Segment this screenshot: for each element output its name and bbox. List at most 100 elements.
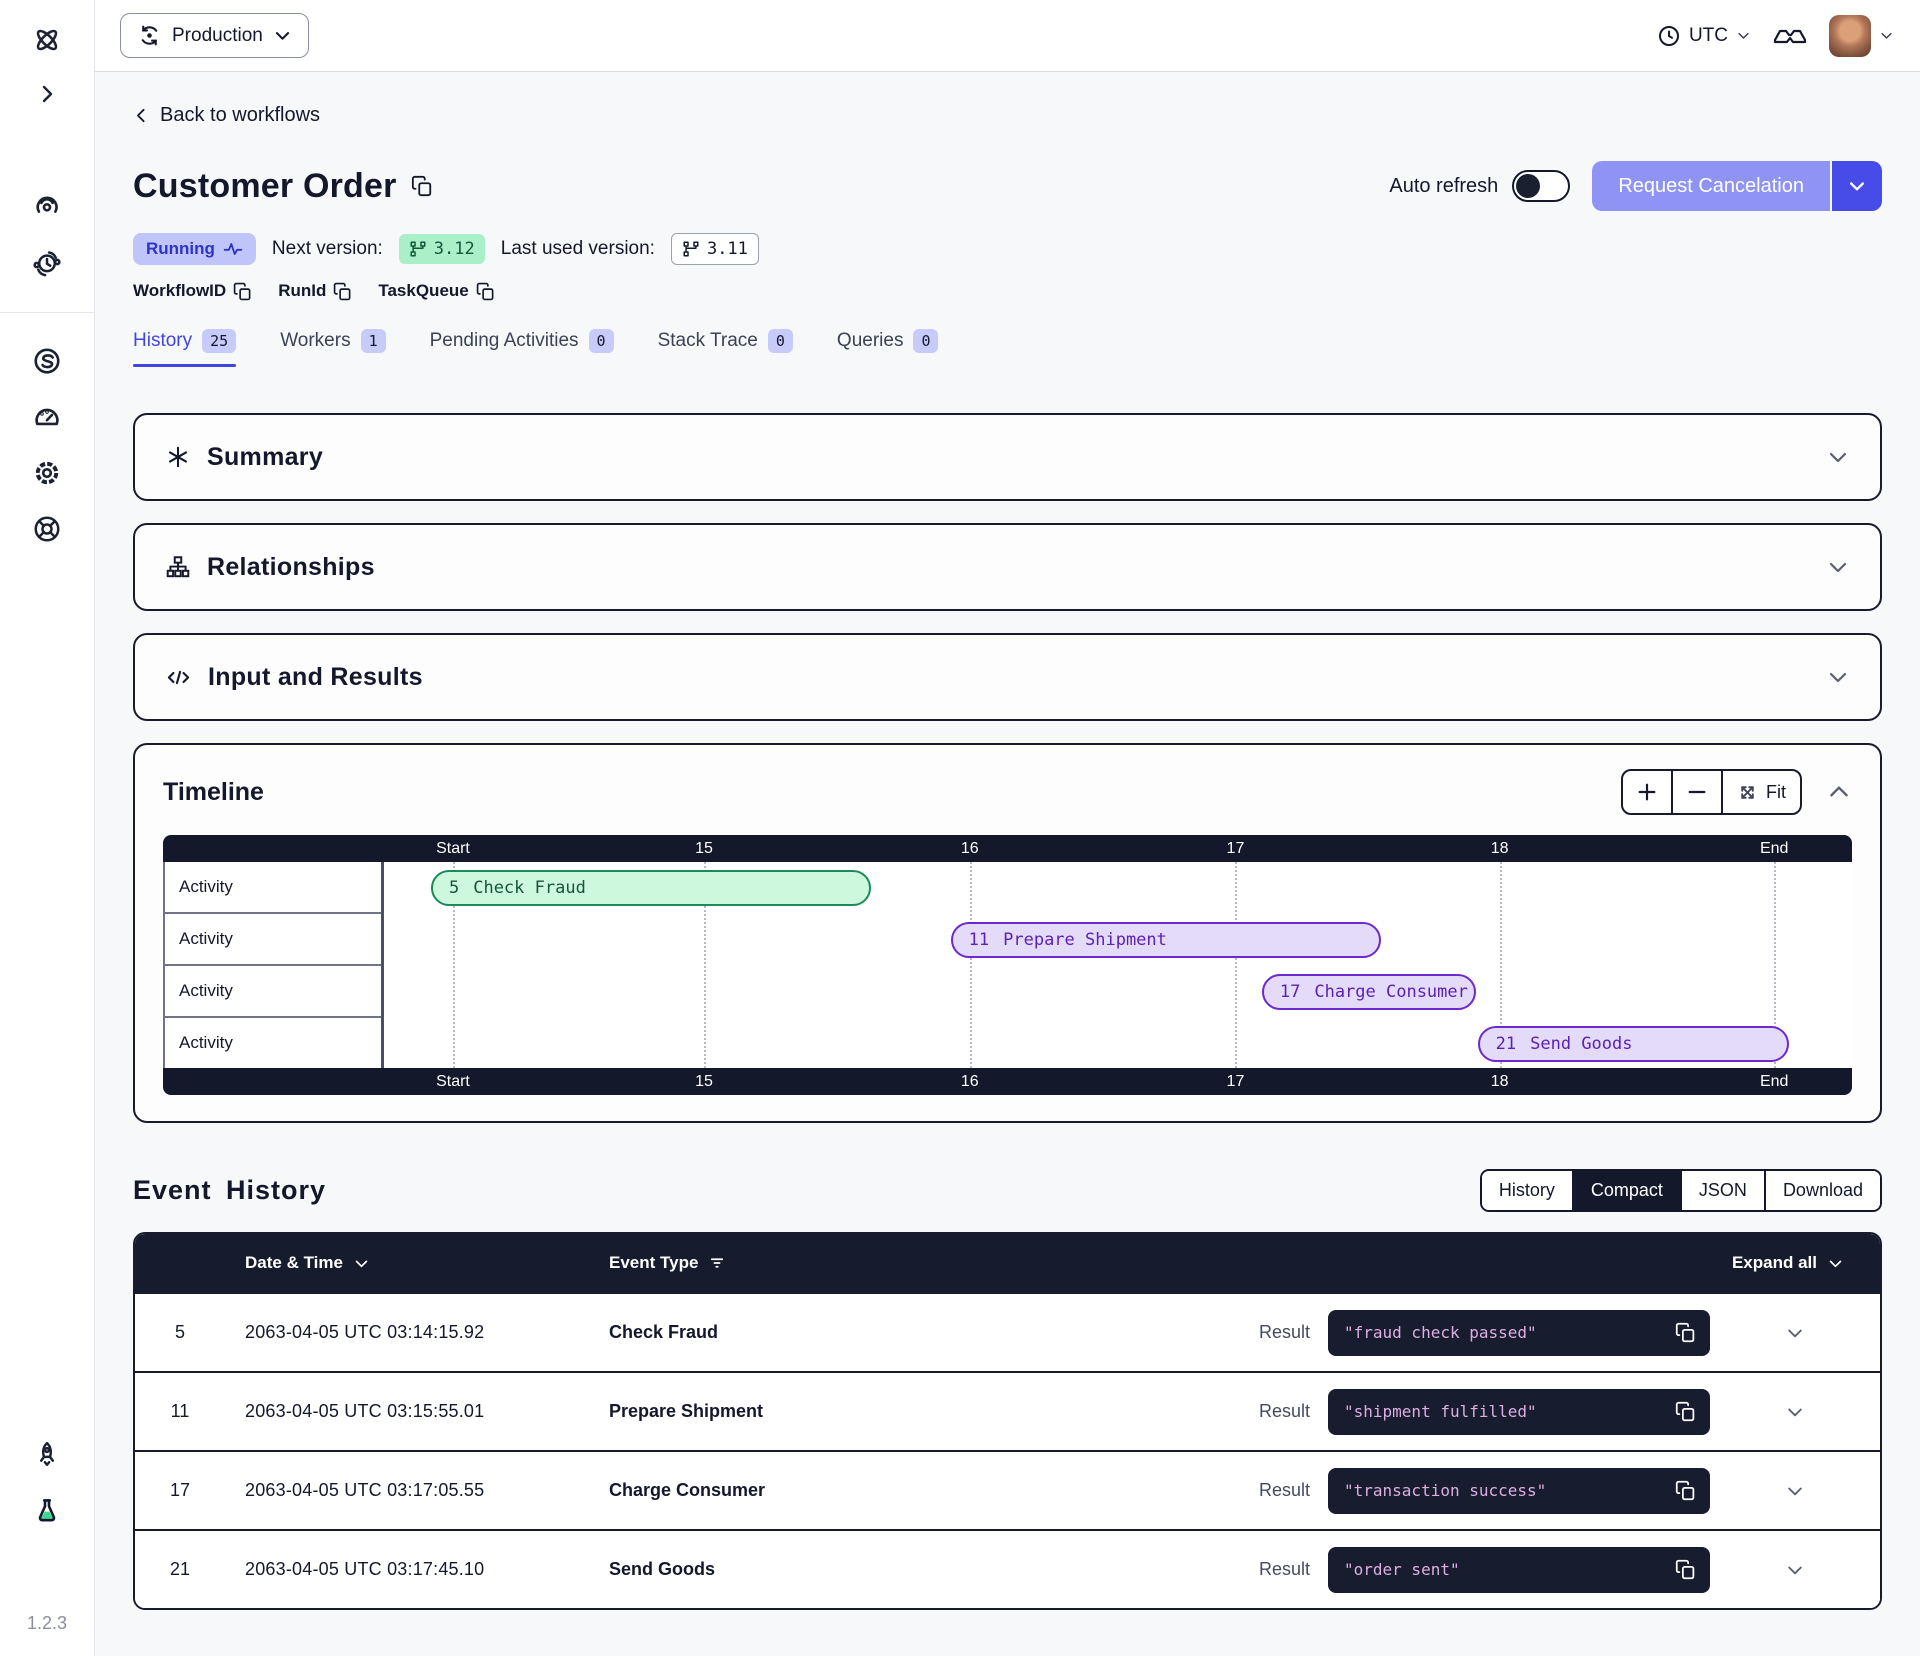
tab-label: Pending Activities: [430, 330, 579, 352]
code-icon: [165, 664, 192, 691]
user-menu[interactable]: [1829, 15, 1894, 57]
namespace-selector[interactable]: Production: [120, 13, 309, 58]
event-timestamp: 2063-04-05 UTC 03:15:55.01: [225, 1401, 597, 1422]
relationships-section-header[interactable]: Relationships: [135, 525, 1880, 609]
result-value-pill[interactable]: "shipment fulfilled": [1328, 1389, 1710, 1435]
back-link-label: Back to workflows: [160, 104, 320, 127]
row-expand-chevron[interactable]: [1710, 1481, 1880, 1501]
event-row[interactable]: 11 2063-04-05 UTC 03:15:55.01 Prepare Sh…: [135, 1371, 1880, 1450]
timeline-chart: Start15161718End Activity Activity Activ…: [163, 835, 1852, 1095]
cancelation-options-caret[interactable]: [1830, 161, 1882, 211]
status-label: Running: [146, 239, 215, 259]
filter-icon: [708, 1254, 726, 1272]
timeline-title: Timeline: [163, 778, 264, 807]
tab-count-badge: 0: [913, 329, 938, 353]
tab-pending-activities[interactable]: Pending Activities 0: [430, 329, 614, 367]
input-results-section-header[interactable]: Input and Results: [135, 635, 1880, 719]
date-time-column-header[interactable]: Date & Time: [225, 1253, 597, 1273]
run-id-copy[interactable]: RunId: [278, 281, 352, 301]
view-history-button[interactable]: History: [1482, 1171, 1574, 1210]
timeline-bar-prepare-shipment[interactable]: 11 Prepare Shipment: [951, 922, 1381, 958]
timeline-axis-label: End: [1760, 1068, 1788, 1095]
copy-icon[interactable]: [1675, 1401, 1696, 1422]
task-queue-copy[interactable]: TaskQueue: [378, 281, 494, 301]
request-cancelation-button[interactable]: Request Cancelation: [1592, 161, 1830, 211]
section-title: Input and Results: [208, 663, 1810, 692]
timeline-axis-top: Start15161718End: [163, 835, 1852, 862]
result-value-pill[interactable]: "transaction success": [1328, 1468, 1710, 1514]
expand-all-button[interactable]: Expand all: [1732, 1253, 1880, 1273]
timeline-axis-label: 16: [961, 1068, 979, 1095]
copy-title-icon[interactable]: [411, 175, 433, 197]
zoom-out-button[interactable]: [1673, 771, 1723, 813]
next-version-label: Next version:: [272, 238, 383, 260]
zoom-in-button[interactable]: [1623, 771, 1673, 813]
tab-history[interactable]: History 25: [133, 329, 236, 367]
timezone-selector[interactable]: UTC: [1657, 24, 1751, 48]
workflow-id-label: WorkflowID: [133, 281, 226, 301]
input-results-section: Input and Results: [133, 633, 1882, 721]
back-to-workflows-link[interactable]: Back to workflows: [133, 104, 320, 127]
sitemap-icon: [165, 554, 191, 580]
event-history-table: Date & Time Event Type Expand all 5: [133, 1232, 1882, 1610]
workflows-icon[interactable]: [27, 186, 67, 226]
timeline-row-label: Activity: [165, 914, 381, 966]
view-compact-button[interactable]: Compact: [1574, 1171, 1682, 1210]
row-expand-chevron[interactable]: [1710, 1402, 1880, 1422]
result-label: Result: [1230, 1559, 1310, 1580]
timeline-row-label: Activity: [165, 966, 381, 1018]
chevron-down-icon: [1847, 176, 1867, 196]
sidebar-nav-secondary: [27, 341, 67, 549]
result-label: Result: [1230, 1322, 1310, 1343]
whats-new-rocket-icon[interactable]: [27, 1435, 67, 1475]
event-type-column-header[interactable]: Event Type: [597, 1253, 1732, 1273]
support-lifering-icon[interactable]: [27, 509, 67, 549]
tab-count-badge: 1: [361, 329, 386, 353]
copy-icon[interactable]: [1675, 1480, 1696, 1501]
expand-icon: [1737, 782, 1758, 803]
tab-label: Workers: [280, 330, 350, 352]
timeline-bar-check-fraud[interactable]: 5 Check Fraud: [431, 870, 871, 906]
namespace-icon[interactable]: [27, 341, 67, 381]
timeline-bar-send-goods[interactable]: 21 Send Goods: [1478, 1026, 1789, 1062]
row-expand-chevron[interactable]: [1710, 1323, 1880, 1343]
tab-stack-trace[interactable]: Stack Trace 0: [658, 329, 793, 367]
view-json-button[interactable]: JSON: [1682, 1171, 1766, 1210]
usage-gauge-icon[interactable]: [27, 397, 67, 437]
row-expand-chevron[interactable]: [1710, 1560, 1880, 1580]
event-row[interactable]: 21 2063-04-05 UTC 03:17:45.10 Send Goods…: [135, 1529, 1880, 1608]
fit-label: Fit: [1766, 782, 1786, 803]
auto-refresh-control: Auto refresh: [1389, 170, 1570, 202]
workflow-id-copy[interactable]: WorkflowID: [133, 281, 252, 301]
result-value-pill[interactable]: "fraud check passed": [1328, 1310, 1710, 1356]
sidebar-expand-icon[interactable]: [27, 74, 67, 114]
sidebar-divider: [0, 312, 95, 313]
auto-refresh-toggle[interactable]: [1512, 170, 1570, 202]
result-value-pill[interactable]: "order sent": [1328, 1547, 1710, 1593]
download-button[interactable]: Download: [1766, 1171, 1880, 1210]
timeline-axis-label: 17: [1227, 835, 1245, 862]
event-row[interactable]: 17 2063-04-05 UTC 03:17:05.55 Charge Con…: [135, 1450, 1880, 1529]
event-row[interactable]: 5 2063-04-05 UTC 03:14:15.92 Check Fraud…: [135, 1292, 1880, 1371]
namespace-cycle-icon: [137, 23, 162, 48]
timeline-axis-label: 17: [1227, 1068, 1245, 1095]
labs-glasses-icon[interactable]: [1773, 23, 1807, 49]
event-history-title: Event History: [133, 1175, 326, 1206]
chevron-up-icon[interactable]: [1826, 779, 1852, 805]
copy-icon[interactable]: [1675, 1559, 1696, 1580]
zoom-fit-button[interactable]: Fit: [1723, 771, 1800, 813]
event-table-header: Date & Time Event Type Expand all: [135, 1234, 1880, 1292]
timeline-axis-label: 18: [1491, 1068, 1509, 1095]
settings-gear-icon[interactable]: [27, 453, 67, 493]
timeline-bar-charge-consumer[interactable]: 17 Charge Consumer: [1262, 974, 1476, 1010]
user-avatar: [1829, 15, 1871, 57]
app-logo-icon[interactable]: [27, 20, 67, 60]
labs-flask-icon[interactable]: [27, 1491, 67, 1531]
tab-queries[interactable]: Queries 0: [837, 329, 939, 367]
summary-section-header[interactable]: Summary: [135, 415, 1880, 499]
chevron-down-icon: [353, 1255, 370, 1272]
tab-workers[interactable]: Workers 1: [280, 329, 385, 367]
copy-icon[interactable]: [1675, 1322, 1696, 1343]
schedules-icon[interactable]: [27, 244, 67, 284]
status-row: Running Next version: 3.12 Last used ver…: [133, 233, 1882, 265]
